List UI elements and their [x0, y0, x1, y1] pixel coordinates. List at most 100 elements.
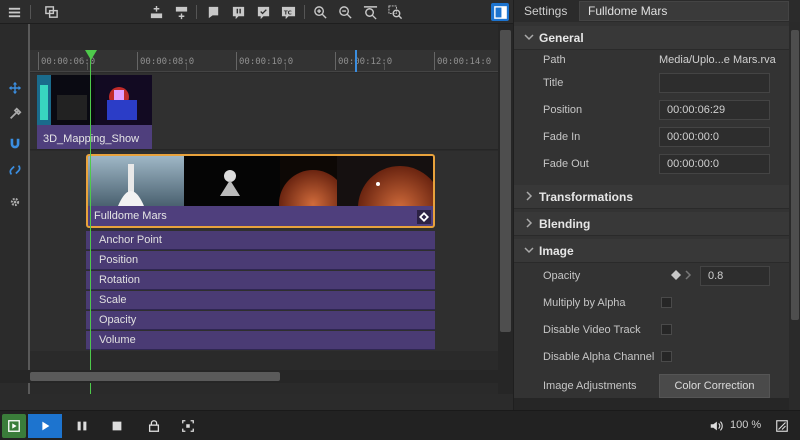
move-tool-icon[interactable]	[7, 80, 23, 96]
position-label: Position	[543, 104, 583, 116]
zoom-out-icon[interactable]	[336, 3, 354, 21]
timeline-toolbar: TC	[0, 0, 513, 24]
play-button[interactable]	[28, 414, 62, 438]
magnet-snap-icon[interactable]	[7, 136, 23, 152]
stop-button[interactable]	[107, 414, 127, 438]
play-loop-button[interactable]	[2, 414, 26, 438]
pause-marker-icon[interactable]	[229, 3, 247, 21]
fit-view-button[interactable]	[178, 414, 198, 438]
speaker-icon	[710, 421, 723, 431]
settings-title: Settings	[524, 4, 568, 18]
time-ruler[interactable]: 00:00:06:0 00:00:08:0 00:00:10:0 00:00:1…	[30, 50, 498, 72]
svg-text:TC: TC	[283, 10, 291, 16]
keyframe-row-label: Volume	[99, 334, 136, 346]
tool-strip	[0, 24, 30, 394]
timeline-vertical-scroll-thumb[interactable]	[500, 30, 511, 332]
path-value: Media/Uplo...e Mars.rva	[659, 54, 776, 66]
path-label: Path	[543, 54, 566, 66]
color-correction-button[interactable]: Color Correction	[659, 374, 770, 398]
clip-3d-mapping-show[interactable]: 3D_Mapping_Show	[37, 75, 152, 149]
keyframe-row-scale[interactable]: Scale	[86, 291, 435, 310]
position-field[interactable]: 00:00:06:29	[659, 100, 770, 120]
gear-icon[interactable]	[7, 194, 23, 210]
fade-out-field[interactable]: 00:00:00:0	[659, 154, 770, 174]
fade-in-label: Fade In	[543, 131, 581, 143]
fade-out-label: Fade Out	[543, 158, 589, 170]
razor-tool-icon[interactable]	[7, 106, 23, 122]
clip-thumbnail	[37, 75, 152, 125]
keyframe-row-label: Anchor Point	[99, 234, 162, 246]
add-track-below-icon[interactable]	[172, 3, 190, 21]
ruler-tick	[236, 52, 237, 70]
timeline-horizontal-scroll-thumb[interactable]	[30, 372, 280, 381]
clip-fulldome-mars[interactable]: Fulldome Mars	[86, 154, 435, 228]
disable-video-track-checkbox[interactable]	[661, 324, 672, 335]
keyframe-toggle-icon[interactable]	[417, 210, 431, 224]
disable-alpha-channel-checkbox[interactable]	[661, 351, 672, 362]
keyframe-diamond-icon[interactable]	[671, 270, 681, 280]
check-marker-icon[interactable]	[254, 3, 272, 21]
settings-vertical-scroll-thumb[interactable]	[791, 30, 799, 320]
playhead-line[interactable]	[90, 51, 91, 394]
zoom-in-icon[interactable]	[311, 3, 329, 21]
link-snap-icon[interactable]	[7, 162, 23, 178]
resize-grip-button[interactable]	[772, 414, 792, 438]
ruler-tick	[384, 64, 385, 70]
lock-icon	[148, 420, 160, 432]
keyframe-row-label: Rotation	[99, 274, 140, 286]
keyframe-row-rotation[interactable]: Rotation	[86, 271, 435, 290]
keyframe-row-position[interactable]: Position	[86, 251, 435, 270]
keyframe-row-anchor-point[interactable]: Anchor Point	[86, 231, 435, 250]
ruler-tick	[434, 52, 435, 70]
keyframe-row-volume[interactable]: Volume	[86, 331, 435, 350]
settings-horizontal-scrollbar[interactable]	[514, 398, 789, 410]
section-general[interactable]: General	[514, 26, 789, 50]
keyframe-row-label: Opacity	[99, 314, 137, 326]
section-title: Transformations	[539, 190, 634, 204]
menu-icon[interactable]	[5, 3, 23, 21]
settings-panel: Settings Fulldome Mars General Path Medi…	[513, 0, 800, 410]
section-image[interactable]: Image	[514, 239, 789, 263]
next-keyframe-icon[interactable]	[684, 270, 692, 280]
chevron-right-icon	[526, 191, 533, 201]
ruler-tick	[285, 64, 286, 70]
layers-icon[interactable]	[42, 3, 60, 21]
timeline-area[interactable]: 00:00:06:0 00:00:08:0 00:00:10:0 00:00:1…	[30, 24, 498, 394]
ruler-tick	[137, 52, 138, 70]
flag-marker-icon[interactable]	[204, 3, 222, 21]
zoom-fit-icon[interactable]	[361, 3, 379, 21]
clip-thumbnails	[88, 156, 433, 206]
clip-label: 3D_Mapping_Show	[43, 133, 140, 145]
toolbar-divider	[30, 5, 31, 19]
fade-in-field[interactable]: 00:00:00:0	[659, 127, 770, 147]
pause-button[interactable]	[72, 414, 92, 438]
volume-button[interactable]	[706, 414, 726, 438]
zoom-selection-icon[interactable]	[386, 3, 404, 21]
multiply-by-alpha-label: Multiply by Alpha	[543, 297, 626, 309]
multiply-by-alpha-checkbox[interactable]	[661, 297, 672, 308]
lock-button[interactable]	[144, 414, 164, 438]
timecode-marker-icon[interactable]: TC	[279, 3, 297, 21]
keyframe-row-opacity[interactable]: Opacity	[86, 311, 435, 330]
settings-panel-toggle-icon[interactable]	[491, 3, 509, 21]
stop-icon	[112, 421, 122, 431]
add-track-above-icon[interactable]	[147, 3, 165, 21]
toolbar-divider	[304, 5, 305, 19]
section-blending[interactable]: Blending	[514, 212, 789, 236]
section-transformations[interactable]: Transformations	[514, 185, 789, 209]
timeline-marker[interactable]	[355, 50, 357, 72]
toolbar-divider	[196, 5, 197, 19]
keyframe-row-label: Position	[99, 254, 139, 266]
section-title: Image	[539, 244, 574, 258]
playhead-handle[interactable]	[85, 50, 97, 60]
title-field[interactable]	[659, 73, 770, 93]
fit-view-icon	[182, 420, 194, 432]
zoom-level: 100 %	[730, 419, 762, 431]
ruler-tick	[186, 64, 187, 70]
clip-name-field[interactable]: Fulldome Mars	[579, 1, 789, 21]
opacity-field[interactable]: 0.8	[700, 266, 770, 286]
section-title: Blending	[539, 217, 591, 231]
ruler-tick	[335, 52, 336, 70]
pause-icon	[77, 421, 87, 431]
play-icon	[42, 421, 50, 431]
